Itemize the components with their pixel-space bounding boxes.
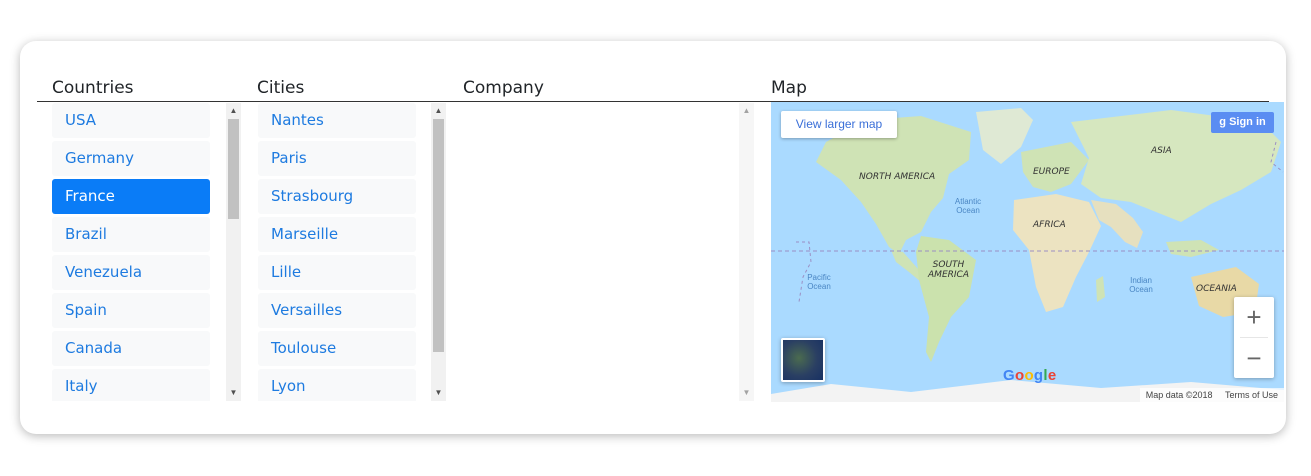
zoom-out-button[interactable]: − (1234, 338, 1274, 378)
company-list (463, 103, 733, 401)
oceania-label: OCEANIA (1196, 284, 1237, 294)
africa-label: AFRICA (1033, 220, 1066, 230)
view-larger-map-button[interactable]: View larger map (781, 111, 897, 138)
scroll-up-arrow-icon[interactable]: ▲ (226, 105, 241, 117)
atlantic-ocean-label: Atlantic Ocean (954, 197, 982, 215)
city-item-versailles[interactable]: Versailles (258, 293, 416, 328)
satellite-toggle-thumbnail[interactable] (781, 338, 825, 382)
sign-in-button[interactable]: g Sign in (1211, 112, 1274, 133)
map-header: Map (771, 78, 807, 98)
cities-scrollbar[interactable]: ▲ ▼ (431, 103, 446, 401)
zoom-in-button[interactable]: + (1234, 297, 1274, 337)
sign-in-label: Sign in (1229, 116, 1266, 128)
world-map[interactable]: NORTH AMERICA SOUTH AMERICA EUROPE ASIA … (771, 102, 1284, 402)
country-item-italy[interactable]: Italy (52, 369, 210, 401)
cities-list: Nantes Paris Strasbourg Marseille Lille … (258, 103, 418, 401)
company-scrollbar[interactable]: ▲ ▼ (739, 103, 754, 401)
city-item-lille[interactable]: Lille (258, 255, 416, 290)
map-attribution: Map data ©2018 Terms of Use (1139, 388, 1284, 402)
city-item-paris[interactable]: Paris (258, 141, 416, 176)
countries-header: Countries (52, 78, 134, 98)
map-tiles (771, 108, 1284, 402)
scroll-down-arrow-icon[interactable]: ▼ (226, 387, 241, 399)
scroll-thumb[interactable] (228, 119, 239, 219)
countries-list: USA Germany France Brazil Venezuela Spai… (52, 103, 212, 401)
scroll-thumb[interactable] (433, 119, 444, 352)
google-plus-icon: g (1219, 116, 1226, 128)
pacific-ocean-label: Pacific Ocean (807, 273, 831, 291)
country-item-venezuela[interactable]: Venezuela (52, 255, 210, 290)
europe-label: EUROPE (1033, 167, 1070, 177)
countries-scrollbar[interactable]: ▲ ▼ (226, 103, 241, 401)
scroll-up-arrow-icon[interactable]: ▲ (431, 105, 446, 117)
scroll-down-arrow-icon[interactable]: ▼ (431, 387, 446, 399)
city-item-marseille[interactable]: Marseille (258, 217, 416, 252)
north-america-label: NORTH AMERICA (859, 172, 936, 182)
country-item-spain[interactable]: Spain (52, 293, 210, 328)
cities-header: Cities (257, 78, 305, 98)
map-data-text: Map data ©2018 (1145, 390, 1213, 400)
country-item-canada[interactable]: Canada (52, 331, 210, 366)
asia-label: ASIA (1151, 146, 1172, 156)
country-item-usa[interactable]: USA (52, 103, 210, 138)
terms-of-use-link[interactable]: Terms of Use (1225, 390, 1278, 400)
city-item-strasbourg[interactable]: Strasbourg (258, 179, 416, 214)
company-header: Company (463, 78, 544, 98)
scroll-down-arrow-icon[interactable]: ▼ (739, 387, 754, 399)
scroll-up-arrow-icon[interactable]: ▲ (739, 105, 754, 117)
country-item-france[interactable]: France (52, 179, 210, 214)
zoom-control: + − (1234, 297, 1274, 378)
country-item-germany[interactable]: Germany (52, 141, 210, 176)
south-america-label: SOUTH AMERICA (928, 260, 969, 280)
country-item-brazil[interactable]: Brazil (52, 217, 210, 252)
google-logo: Google (1003, 367, 1057, 384)
indian-ocean-label: Indian Ocean (1129, 276, 1153, 294)
city-item-lyon[interactable]: Lyon (258, 369, 416, 401)
city-item-nantes[interactable]: Nantes (258, 103, 416, 138)
city-item-toulouse[interactable]: Toulouse (258, 331, 416, 366)
